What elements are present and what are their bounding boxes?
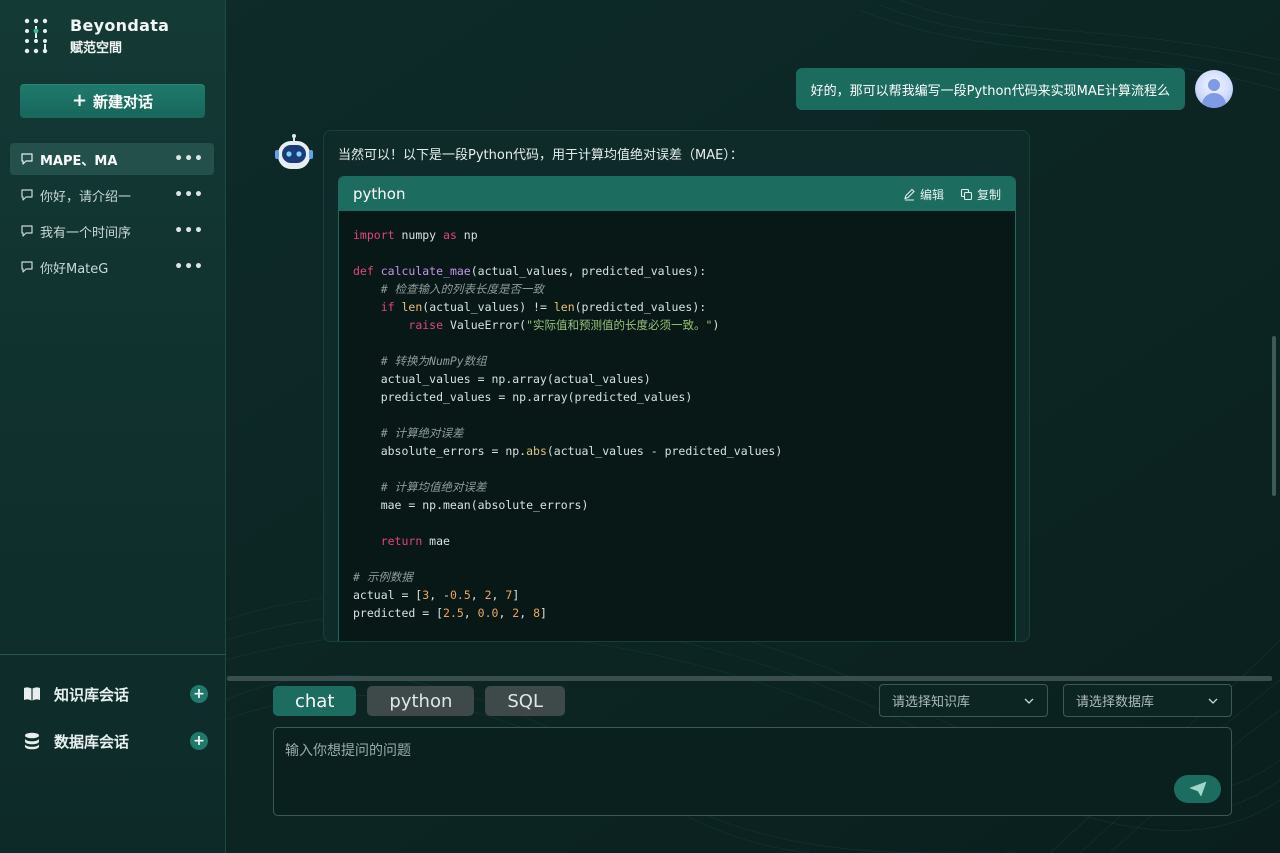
code-line: # 计算绝对误差 bbox=[380, 426, 464, 440]
new-chat-label: 新建对话 bbox=[93, 92, 154, 111]
mode-tabs: chat python SQL bbox=[273, 686, 565, 716]
code-language-label: python bbox=[353, 185, 406, 203]
code-line: return mae bbox=[380, 534, 450, 548]
assistant-message-card: 当然可以！以下是一段Python代码，用于计算均值绝对误差（MAE）： pyth… bbox=[323, 130, 1030, 642]
pencil-icon bbox=[904, 188, 915, 201]
code-block-header: python 编辑 复制 bbox=[339, 177, 1015, 211]
database-session-label: 数据库会话 bbox=[54, 732, 130, 751]
code-line: actual_values = np.array(actual_values) bbox=[353, 372, 651, 386]
code-line: raise ValueError("实际值和预测值的长度必须一致。") bbox=[408, 318, 720, 332]
conversation-item[interactable]: MAPE、MA ••• bbox=[10, 143, 214, 175]
composer-divider[interactable] bbox=[227, 676, 1272, 681]
knowledge-session-label: 知识库会话 bbox=[54, 685, 130, 704]
knowledge-base-select[interactable]: 请选择知识库 bbox=[879, 684, 1048, 717]
more-options-icon[interactable]: ••• bbox=[174, 187, 204, 203]
knowledge-base-select-placeholder: 请选择知识库 bbox=[892, 695, 971, 710]
chat-bubble-icon bbox=[21, 225, 33, 237]
assistant-intro-text: 当然可以！以下是一段Python代码，用于计算均值绝对误差（MAE）： bbox=[338, 148, 743, 163]
add-knowledge-session-button[interactable]: + bbox=[190, 685, 208, 703]
chat-main: 好的，那可以帮我编写一段Python代码来实现MAE计算流程么 当然可以！以下是… bbox=[227, 0, 1280, 853]
database-session-section[interactable]: 数据库会话 + bbox=[22, 726, 208, 756]
code-line: import numpy as np bbox=[353, 228, 478, 242]
code-line: if len(actual_values) != len(predicted_v… bbox=[380, 300, 707, 314]
conversation-item[interactable]: 你好，请介绍一 ••• bbox=[10, 179, 214, 211]
code-line: predicted = [2.5, 0.0, 2, 8] bbox=[353, 606, 547, 620]
copy-icon bbox=[960, 188, 973, 200]
database-icon bbox=[25, 732, 39, 750]
code-block: python 编辑 复制 import numpy as np def calc… bbox=[338, 176, 1016, 641]
send-button[interactable] bbox=[1174, 775, 1221, 803]
sidebar-divider bbox=[0, 654, 226, 655]
chevron-down-icon bbox=[1024, 698, 1034, 704]
database-select[interactable]: 请选择数据库 bbox=[1063, 684, 1232, 717]
more-options-icon[interactable]: ••• bbox=[174, 259, 204, 275]
user-avatar bbox=[1195, 70, 1233, 108]
copy-code-button[interactable]: 复制 bbox=[960, 186, 1001, 203]
code-line: predicted_values = np.array(predicted_va… bbox=[353, 390, 693, 404]
code-line: absolute_errors = np.abs(actual_values -… bbox=[353, 444, 783, 458]
tab-python[interactable]: python bbox=[367, 686, 475, 716]
message-input[interactable]: 输入你想提问的问题 bbox=[273, 727, 1232, 816]
conversation-label: 我有一个时间序 bbox=[40, 225, 132, 241]
conversation-label: 你好MateG bbox=[40, 261, 109, 277]
robot-avatar-icon bbox=[275, 134, 313, 169]
code-line: actual = [3, -0.5, 2, 7] bbox=[353, 588, 520, 602]
brand-logo[interactable]: Beyondata 赋范空間 bbox=[22, 16, 169, 56]
copy-code-label: 复制 bbox=[976, 187, 1001, 202]
conversation-item[interactable]: 我有一个时间序 ••• bbox=[10, 215, 214, 247]
chat-scrollbar[interactable] bbox=[1272, 336, 1276, 496]
knowledge-session-section[interactable]: 知识库会话 + bbox=[22, 679, 208, 709]
code-line: mae = np.mean(absolute_errors) bbox=[353, 498, 589, 512]
code-line: # 检查输入的列表长度是否一致 bbox=[380, 282, 545, 296]
code-line: # 示例数据 bbox=[353, 570, 413, 584]
conversation-list: MAPE、MA ••• 你好，请介绍一 ••• 我有一个时间序 ••• 你好Ma… bbox=[10, 143, 214, 287]
user-message-row: 好的，那可以帮我编写一段Python代码来实现MAE计算流程么 bbox=[795, 68, 1233, 110]
chevron-down-icon bbox=[1208, 698, 1218, 704]
edit-code-label: 编辑 bbox=[919, 187, 944, 202]
plus-icon: + bbox=[71, 90, 88, 111]
code-line: # 计算均值绝对误差 bbox=[380, 480, 487, 494]
message-input-placeholder: 输入你想提问的问题 bbox=[285, 743, 411, 759]
code-body: import numpy as np def calculate_mae(act… bbox=[339, 211, 1015, 637]
code-line: # 转换为NumPy数组 bbox=[380, 354, 487, 368]
user-message-bubble: 好的，那可以帮我编写一段Python代码来实现MAE计算流程么 bbox=[795, 68, 1185, 110]
edit-code-button[interactable]: 编辑 bbox=[903, 186, 944, 203]
sidebar: Beyondata 赋范空間 + 新建对话 MAPE、MA ••• 你好，请介绍… bbox=[0, 0, 226, 853]
chat-bubble-icon bbox=[21, 153, 33, 165]
conversation-item[interactable]: 你好MateG ••• bbox=[10, 251, 214, 283]
code-line: def calculate_mae(actual_values, predict… bbox=[353, 264, 707, 278]
paper-plane-icon bbox=[1189, 781, 1206, 797]
chat-bubble-icon bbox=[21, 189, 33, 201]
conversation-label: MAPE、MA bbox=[40, 153, 118, 169]
database-select-placeholder: 请选择数据库 bbox=[1076, 695, 1155, 710]
book-icon bbox=[24, 687, 40, 701]
logo-mark-icon bbox=[24, 18, 48, 54]
brand-name-cn: 赋范空間 bbox=[70, 41, 123, 56]
more-options-icon[interactable]: ••• bbox=[174, 151, 204, 167]
new-chat-button[interactable]: + 新建对话 bbox=[20, 84, 205, 118]
tab-chat[interactable]: chat bbox=[273, 686, 357, 716]
brand-name-en: Beyondata bbox=[70, 16, 170, 35]
chat-bubble-icon bbox=[21, 261, 33, 273]
tab-sql[interactable]: SQL bbox=[485, 686, 565, 716]
conversation-label: 你好，请介绍一 bbox=[40, 189, 132, 205]
add-database-session-button[interactable]: + bbox=[190, 732, 208, 750]
more-options-icon[interactable]: ••• bbox=[174, 223, 204, 239]
